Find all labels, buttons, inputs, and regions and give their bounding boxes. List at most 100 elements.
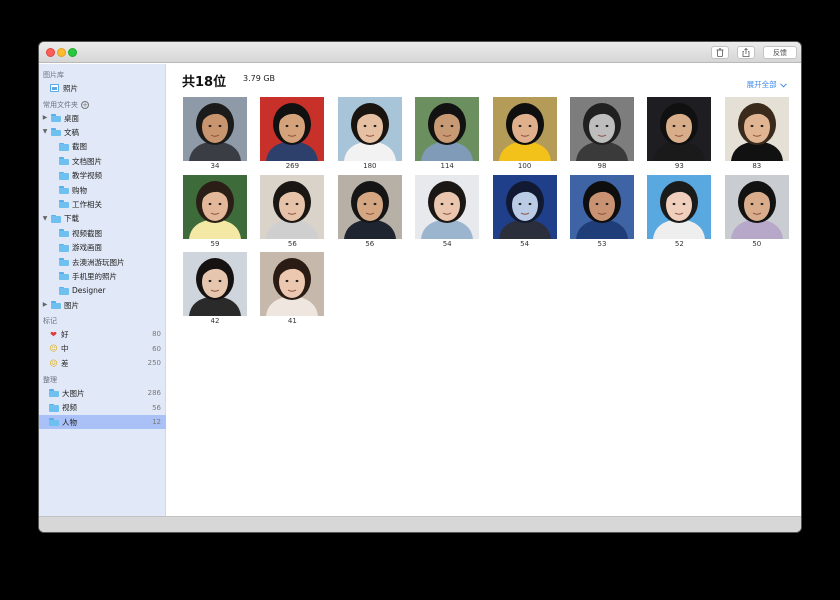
add-folder-icon[interactable]: + bbox=[81, 101, 89, 109]
item-count: 56 bbox=[152, 403, 161, 412]
item-count: 250 bbox=[147, 359, 161, 367]
disclosure-closed-icon[interactable]: ▶ bbox=[42, 302, 48, 308]
person-tile[interactable]: 59 bbox=[183, 174, 247, 248]
person-portrait bbox=[260, 174, 325, 239]
person-tile[interactable]: 50 bbox=[724, 174, 789, 248]
feedback-button[interactable]: 反馈 bbox=[763, 46, 797, 59]
photo-count: 52 bbox=[674, 239, 684, 248]
expand-all-label: 展开全部 bbox=[746, 80, 777, 89]
sidebar-folder-item[interactable]: 截图 bbox=[39, 140, 166, 154]
folders-heading: 常用文件夹 + bbox=[43, 100, 89, 110]
person-portrait bbox=[415, 97, 480, 161]
photo-count: 100 bbox=[517, 162, 532, 170]
person-tile[interactable]: 93 bbox=[647, 97, 712, 170]
person-tile[interactable]: 180 bbox=[337, 97, 402, 170]
person-tile[interactable]: 56 bbox=[337, 174, 402, 248]
person-thumbnail bbox=[415, 97, 480, 161]
sidebar-folder-item[interactable]: 教学视频 bbox=[39, 169, 166, 183]
disclosure-open-icon[interactable]: ▼ bbox=[42, 129, 48, 135]
person-tile[interactable]: 42 bbox=[183, 252, 247, 325]
sidebar-folder-item[interactable]: 视频截图 bbox=[39, 226, 166, 240]
folder-icon bbox=[59, 229, 69, 238]
person-tile[interactable]: 83 bbox=[724, 97, 789, 170]
folder-icon bbox=[59, 258, 69, 266]
disclosure-open-icon[interactable]: ▼ bbox=[42, 215, 48, 222]
photo-count: 93 bbox=[674, 162, 684, 170]
sidebar-folder-item[interactable]: 工作相关 bbox=[39, 197, 166, 211]
sidebar-item-label: 好 bbox=[61, 329, 69, 339]
close-window-button[interactable] bbox=[46, 48, 55, 57]
photo-count: 269 bbox=[285, 162, 300, 170]
person-tile[interactable]: 54 bbox=[492, 174, 557, 248]
person-thumbnail bbox=[570, 97, 634, 161]
person-thumbnail bbox=[260, 174, 325, 239]
person-tile[interactable]: 53 bbox=[570, 174, 634, 248]
person-tile[interactable]: 54 bbox=[415, 174, 480, 248]
folder-icon bbox=[51, 301, 61, 310]
sidebar-folder-item[interactable]: ▼ 下载 bbox=[39, 212, 166, 226]
people-icon bbox=[49, 418, 59, 426]
sidebar-folder-item[interactable]: ▶ 图片 bbox=[39, 298, 166, 312]
sidebar-tag-item[interactable]: 😖 差 250 bbox=[39, 356, 166, 370]
sidebar-tag-item[interactable]: ❤ 好 80 bbox=[39, 327, 166, 341]
sidebar-item-label: 图片 bbox=[64, 300, 79, 310]
sidebar-folder-item[interactable]: 去澳洲游玩图片 bbox=[39, 255, 166, 269]
folder-icon bbox=[59, 200, 69, 209]
sidebar-folder-item[interactable]: ▼ 文稿 bbox=[39, 125, 166, 139]
folder-icon bbox=[59, 286, 69, 295]
sidebar-item-photos[interactable]: 照片 bbox=[39, 81, 166, 95]
sidebar-folder-item[interactable]: ▶ 桌面 bbox=[39, 111, 166, 125]
person-tile[interactable]: 52 bbox=[647, 174, 712, 248]
person-tile[interactable]: 98 bbox=[570, 97, 634, 170]
person-thumbnail bbox=[570, 174, 634, 239]
person-portrait bbox=[647, 174, 712, 239]
person-tile[interactable]: 56 bbox=[260, 174, 325, 248]
sidebar-organize-item[interactable]: 大图片 286 bbox=[39, 386, 166, 400]
minimize-window-button[interactable] bbox=[57, 48, 66, 57]
item-count: 80 bbox=[152, 330, 161, 338]
photo-count: 41 bbox=[287, 317, 297, 325]
zoom-window-button[interactable] bbox=[68, 48, 77, 57]
person-thumbnail bbox=[647, 97, 712, 161]
sidebar-organize-item[interactable]: 人物 12 bbox=[39, 415, 166, 429]
person-portrait bbox=[183, 174, 247, 239]
person-tile[interactable]: 41 bbox=[260, 252, 325, 325]
person-tile[interactable]: 34 bbox=[183, 97, 247, 170]
photo-count: 83 bbox=[752, 162, 762, 170]
photo-count: 50 bbox=[752, 239, 762, 248]
sidebar-item-label: 游戏画面 bbox=[72, 243, 102, 253]
folder-icon bbox=[59, 243, 69, 252]
sidebar-item-label: 差 bbox=[61, 358, 69, 368]
sidebar-folder-item[interactable]: Designer bbox=[39, 284, 166, 298]
person-tile[interactable]: 114 bbox=[415, 97, 480, 170]
person-thumbnail bbox=[492, 174, 557, 239]
person-tile[interactable]: 100 bbox=[492, 97, 557, 170]
photo-icon bbox=[50, 84, 59, 92]
item-count: 60 bbox=[152, 344, 161, 353]
folder-icon bbox=[51, 214, 61, 223]
person-portrait bbox=[492, 174, 557, 239]
person-thumbnail bbox=[183, 174, 247, 239]
sidebar-organize-item[interactable]: 视频 56 bbox=[39, 401, 166, 415]
trash-button[interactable] bbox=[711, 46, 729, 59]
sidebar-item-label: 去澳洲游玩图片 bbox=[72, 257, 125, 267]
person-portrait bbox=[724, 97, 789, 161]
disclosure-closed-icon[interactable]: ▶ bbox=[42, 115, 48, 121]
photo-count: 56 bbox=[365, 239, 375, 248]
sidebar-item-label: 购物 bbox=[72, 185, 87, 195]
share-button[interactable] bbox=[737, 46, 755, 59]
photo-count: 59 bbox=[210, 239, 220, 248]
sidebar-tag-item[interactable]: 😐 中 60 bbox=[39, 342, 166, 356]
sidebar-folder-item[interactable]: 游戏画面 bbox=[39, 241, 166, 255]
person-tile[interactable]: 269 bbox=[260, 97, 325, 170]
sidebar-item-label: 教学视频 bbox=[72, 171, 102, 181]
sidebar-folder-item[interactable]: 购物 bbox=[39, 183, 166, 197]
trash-icon bbox=[716, 48, 724, 57]
photo-count: 42 bbox=[210, 317, 220, 325]
sidebar-folder-item[interactable]: 手机里的照片 bbox=[39, 269, 166, 283]
library-heading: 图片库 bbox=[43, 71, 64, 79]
person-thumbnail bbox=[724, 174, 789, 239]
photo-count: 54 bbox=[442, 239, 452, 248]
sidebar-folder-item[interactable]: 文档图片 bbox=[39, 154, 166, 168]
expand-all-button[interactable]: 展开全部 bbox=[747, 79, 787, 90]
